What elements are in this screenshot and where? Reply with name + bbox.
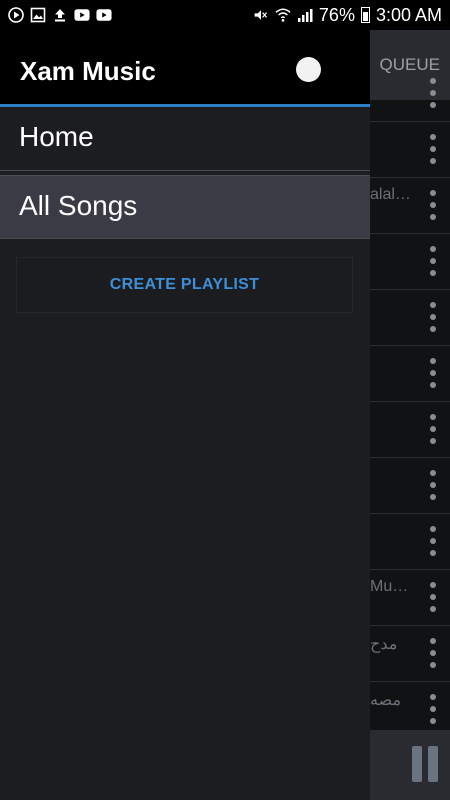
more-options-icon[interactable] (430, 414, 436, 444)
system-indicators: 76% 3:00 AM (253, 5, 442, 26)
list-item[interactable] (370, 402, 450, 458)
wifi-icon (275, 7, 291, 23)
image-icon (30, 7, 46, 23)
nav-item-label: All Songs (19, 190, 138, 221)
app-title: Xam Music (20, 56, 156, 86)
more-options-icon[interactable] (430, 302, 436, 332)
battery-icon (360, 7, 370, 23)
more-options-icon[interactable] (430, 582, 436, 612)
theme-toggle[interactable] (296, 57, 321, 82)
drawer-header: Xam Music (0, 30, 370, 107)
song-title: مدح (370, 636, 398, 653)
more-options-icon[interactable] (430, 358, 436, 388)
more-options-icon[interactable] (430, 694, 436, 724)
status-bar: 76% 3:00 AM (0, 0, 450, 30)
song-title: Mu… (370, 578, 409, 595)
song-title: alal… (370, 186, 411, 203)
nav-item-all-songs[interactable]: All Songs (0, 175, 370, 239)
background-song-list: QUEUE alal… Mu… مدح مصه (370, 30, 450, 800)
mute-icon (253, 7, 269, 23)
more-options-icon[interactable] (430, 470, 436, 500)
list-item[interactable] (370, 514, 450, 570)
list-item[interactable] (370, 458, 450, 514)
pause-icon[interactable] (412, 746, 438, 782)
youtube-icon (74, 7, 90, 23)
play-circle-icon (8, 7, 24, 23)
nav-item-home[interactable]: Home (0, 107, 370, 171)
mini-player (370, 730, 450, 800)
youtube-icon (96, 7, 112, 23)
more-options-icon[interactable] (430, 638, 436, 668)
list-item[interactable]: Mu… (370, 570, 450, 626)
list-item[interactable] (370, 346, 450, 402)
list-item[interactable]: alal… (370, 178, 450, 234)
more-options-icon[interactable] (430, 526, 436, 556)
notification-icons (8, 7, 112, 23)
list-item[interactable] (370, 66, 450, 122)
navigation-drawer: Xam Music Home All Songs CREATE PLAYLIST (0, 30, 370, 800)
nav-item-label: Home (19, 121, 94, 152)
list-item[interactable]: مدح (370, 626, 450, 682)
list-item[interactable] (370, 122, 450, 178)
more-options-icon[interactable] (430, 190, 436, 220)
clock: 3:00 AM (375, 4, 442, 25)
list-item[interactable] (370, 290, 450, 346)
more-options-icon[interactable] (430, 246, 436, 276)
battery-percent: 76% (318, 4, 355, 25)
more-options-icon[interactable] (430, 134, 436, 164)
more-options-icon[interactable] (430, 78, 436, 108)
create-playlist-button[interactable]: CREATE PLAYLIST (16, 257, 353, 313)
list-item[interactable] (370, 234, 450, 290)
signal-icon (297, 7, 313, 23)
song-title: مصه (370, 692, 402, 709)
upload-icon (52, 7, 68, 23)
